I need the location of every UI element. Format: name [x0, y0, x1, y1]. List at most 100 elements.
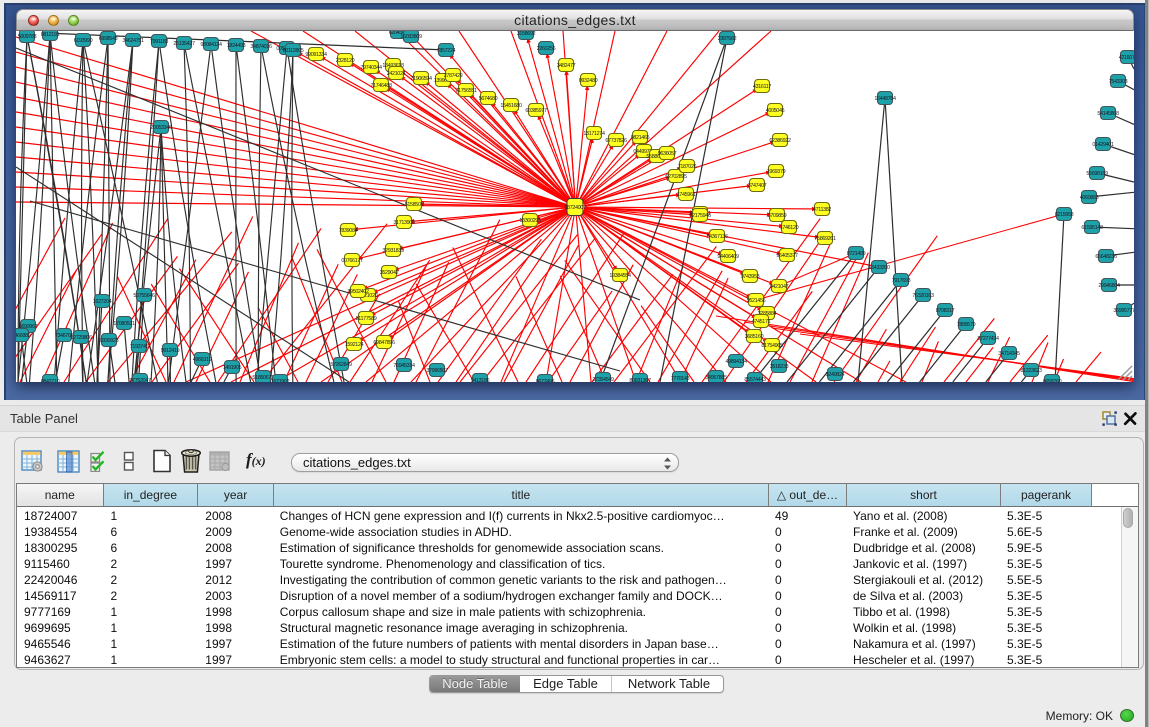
svg-text:37996507: 37996507: [426, 368, 448, 374]
svg-text:82175946: 82175946: [689, 213, 711, 219]
svg-text:5466889: 5466889: [16, 333, 31, 339]
svg-text:3529042: 3529042: [380, 270, 399, 276]
svg-text:39502402: 39502402: [347, 289, 369, 295]
svg-text:76945314: 76945314: [393, 363, 415, 369]
svg-text:4216073: 4216073: [1119, 55, 1134, 61]
svg-text:0842710: 0842710: [41, 379, 60, 382]
svg-text:9521456: 9521456: [747, 298, 766, 304]
svg-text:13433200: 13433200: [868, 265, 890, 271]
svg-text:7889579: 7889579: [957, 322, 976, 328]
svg-text:62729806: 62729806: [70, 335, 92, 341]
svg-text:7839084: 7839084: [339, 228, 358, 234]
svg-text:77752047: 77752047: [129, 378, 151, 382]
svg-text:00766177: 00766177: [341, 258, 363, 264]
svg-text:96405377: 96405377: [776, 253, 798, 259]
svg-text:17080531: 17080531: [113, 321, 135, 327]
svg-text:1491905: 1491905: [223, 365, 242, 371]
svg-text:5674680: 5674680: [479, 96, 498, 102]
svg-text:74367136: 74367136: [706, 234, 728, 240]
svg-text:9821465: 9821465: [631, 135, 650, 141]
svg-text:53755646: 53755646: [133, 293, 155, 299]
svg-text:99091334: 99091334: [305, 52, 327, 58]
svg-text:1592124: 1592124: [345, 342, 364, 348]
svg-text:1969379: 1969379: [767, 169, 786, 175]
svg-text:55698169: 55698169: [1086, 171, 1108, 177]
svg-text:4005045: 4005045: [766, 108, 785, 114]
svg-text:85574443: 85574443: [744, 377, 766, 382]
svg-text:4745171: 4745171: [752, 319, 771, 325]
svg-text:3747407: 3747407: [748, 183, 767, 189]
svg-text:80831367: 80831367: [629, 378, 651, 382]
svg-text:31713900: 31713900: [393, 220, 415, 226]
svg-text:0812191: 0812191: [41, 32, 60, 38]
svg-text:9912419: 9912419: [161, 348, 180, 354]
svg-text:4060883: 4060883: [1080, 195, 1099, 201]
svg-text:94406409: 94406409: [717, 254, 739, 260]
svg-text:6998543: 6998543: [99, 36, 118, 42]
svg-text:3158692: 3158692: [517, 31, 536, 37]
svg-text:3518233: 3518233: [770, 364, 789, 370]
svg-text:9413186: 9413186: [471, 378, 490, 382]
svg-text:2328120: 2328120: [336, 58, 355, 64]
svg-text:20053346: 20053346: [150, 125, 172, 131]
svg-text:8677496: 8677496: [536, 379, 555, 382]
svg-text:2421024: 2421024: [387, 71, 406, 77]
svg-text:13171274: 13171274: [583, 131, 605, 137]
svg-text:9636057: 9636057: [658, 151, 677, 157]
svg-text:01429401: 01429401: [1092, 142, 1114, 148]
svg-text:54145868: 54145868: [1097, 111, 1119, 117]
svg-text:3709859: 3709859: [768, 213, 787, 219]
svg-text:3482477: 3482477: [557, 63, 576, 69]
svg-text:71756551: 71756551: [455, 88, 477, 94]
svg-text:2260256: 2260256: [537, 46, 556, 52]
svg-text:7187026: 7187026: [678, 164, 697, 170]
svg-text:61595148: 61595148: [1081, 225, 1103, 231]
svg-text:8708317: 8708317: [936, 308, 955, 314]
svg-text:25135427: 25135427: [173, 41, 195, 47]
svg-text:1627204: 1627204: [93, 299, 112, 305]
svg-text:62702895: 62702895: [665, 174, 687, 180]
svg-text:5009788: 5009788: [18, 34, 37, 40]
svg-text:71906594: 71906594: [410, 76, 432, 82]
svg-text:6658760: 6658760: [1043, 379, 1062, 382]
svg-text:7991183: 7991183: [150, 39, 168, 45]
svg-text:34957885: 34957885: [705, 375, 727, 381]
svg-text:57262849: 57262849: [330, 362, 352, 368]
svg-text:60385977: 60385977: [525, 108, 547, 114]
svg-text:81754965: 81754965: [761, 343, 783, 349]
svg-text:27354549: 27354549: [592, 377, 614, 382]
svg-text:36995777: 36995777: [1113, 308, 1134, 314]
svg-text:1671902: 1671902: [271, 379, 290, 382]
svg-text:4966319: 4966319: [193, 357, 212, 363]
svg-text:1746120: 1746120: [780, 225, 799, 231]
svg-text:1745961: 1745961: [677, 192, 696, 198]
svg-text:8215958: 8215958: [1055, 212, 1074, 218]
svg-text:67737826: 67737826: [605, 138, 627, 144]
svg-text:32931839: 32931839: [382, 248, 404, 254]
svg-text:29946804: 29946804: [1098, 283, 1120, 289]
svg-text:34714345: 34714345: [998, 351, 1020, 357]
svg-text:2787429: 2787429: [444, 73, 463, 79]
svg-text:5158506: 5158506: [405, 202, 424, 208]
svg-text:8721489: 8721489: [847, 251, 866, 257]
svg-text:19384554: 19384554: [609, 273, 631, 279]
svg-text:49894134: 49894134: [725, 359, 747, 365]
svg-text:34874016: 34874016: [250, 44, 272, 50]
svg-text:16448784: 16448784: [874, 96, 896, 102]
svg-text:9743953: 9743953: [741, 274, 760, 280]
svg-text:6193990: 6193990: [74, 38, 93, 44]
svg-text:34624751: 34624751: [122, 38, 144, 44]
svg-text:18724007: 18724007: [564, 205, 586, 211]
svg-text:80112805: 80112805: [283, 48, 304, 54]
svg-text:98084124: 98084124: [200, 42, 222, 48]
svg-text:81177589: 81177589: [356, 316, 377, 322]
svg-text:4711382: 4711382: [813, 207, 831, 213]
svg-text:65648236: 65648236: [1095, 254, 1117, 260]
svg-text:0330923: 0330923: [100, 338, 119, 344]
svg-text:7917693: 7917693: [892, 278, 911, 284]
svg-text:7857224: 7857224: [437, 48, 456, 54]
svg-text:87277434: 87277434: [977, 336, 999, 342]
svg-text:4316117: 4316117: [753, 84, 771, 90]
svg-text:69847896: 69847896: [373, 340, 395, 346]
svg-text:7543303: 7543303: [1109, 79, 1128, 85]
